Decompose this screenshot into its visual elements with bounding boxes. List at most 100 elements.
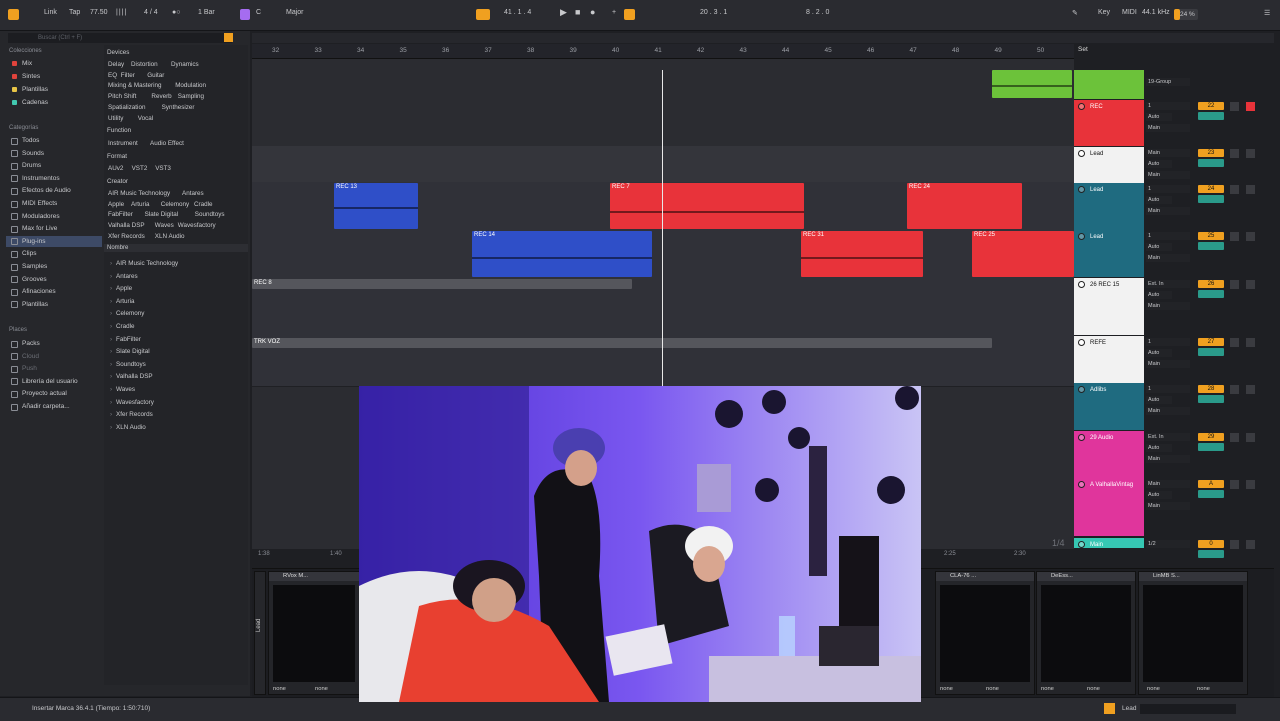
- track-volume-box[interactable]: [1198, 395, 1224, 403]
- function-header[interactable]: Function: [107, 127, 131, 134]
- metronome-icon[interactable]: ●○: [172, 9, 180, 16]
- arm-button[interactable]: [1246, 232, 1255, 241]
- track-number-box[interactable]: 22: [1198, 102, 1224, 110]
- solo-button[interactable]: [1230, 185, 1239, 194]
- filter-tag[interactable]: Cradle: [194, 201, 213, 208]
- clip-rec-13[interactable]: REC 13: [334, 183, 418, 229]
- category-item-grooves[interactable]: Grooves: [22, 276, 47, 283]
- beat-ruler[interactable]: 32 33 34 35 36 37 38 39 40 41 42 43 44 45 46 47 48 49 50: [252, 44, 1074, 59]
- track-monitor-auto[interactable]: Auto: [1146, 444, 1172, 452]
- filter-tag[interactable]: EQ: [108, 72, 117, 79]
- filter-tag[interactable]: Guitar: [147, 72, 164, 79]
- track-fold-icon[interactable]: [1078, 386, 1085, 393]
- draw-mode-icon[interactable]: ✎: [1072, 9, 1078, 17]
- filter-tag[interactable]: Spatialization: [108, 104, 145, 111]
- track-input-select[interactable]: 1/2: [1146, 540, 1190, 548]
- quantize-menu[interactable]: 1 Bar: [198, 9, 215, 16]
- solo-button[interactable]: [1230, 338, 1239, 347]
- automation-arm-icon[interactable]: [624, 9, 635, 20]
- clip-rec-31[interactable]: REC 31: [801, 231, 923, 277]
- track-number-box[interactable]: 23: [1198, 149, 1224, 157]
- filter-tag[interactable]: Arturia: [131, 201, 150, 208]
- format-header[interactable]: Format: [107, 153, 127, 160]
- menu-icon[interactable]: ☰: [1264, 9, 1270, 17]
- search-input[interactable]: Buscar (Ctrl + F): [8, 33, 232, 43]
- track-input-select[interactable]: Ext. In: [1146, 280, 1190, 288]
- track-monitor-auto[interactable]: Auto: [1146, 396, 1172, 404]
- midi-map-button[interactable]: MIDI: [1122, 9, 1137, 16]
- track-monitor-auto[interactable]: Auto: [1146, 491, 1172, 499]
- arm-button[interactable]: [1246, 338, 1255, 347]
- track-number-box[interactable]: 25: [1198, 232, 1224, 240]
- track-header[interactable]: Lead: [1074, 230, 1144, 277]
- track-monitor-auto[interactable]: Auto: [1146, 113, 1172, 121]
- filter-tag[interactable]: Instrument: [108, 140, 138, 147]
- track-input-select[interactable]: Ext. In: [1146, 433, 1190, 441]
- category-item-instrumentos[interactable]: Instrumentos: [22, 175, 60, 182]
- filter-tag[interactable]: Audio Effect: [150, 140, 184, 147]
- filter-tag[interactable]: Modulation: [175, 82, 206, 89]
- track-volume-box[interactable]: [1198, 159, 1224, 167]
- track-monitor-auto[interactable]: Auto: [1146, 243, 1172, 251]
- filter-tag[interactable]: Dynamics: [171, 61, 199, 68]
- track-header[interactable]: Adlibs: [1074, 383, 1144, 430]
- category-item-afinaciones[interactable]: Afinaciones: [22, 288, 56, 295]
- category-item-plug-ins[interactable]: Plug-ins: [22, 238, 45, 245]
- arm-button[interactable]: [1246, 149, 1255, 158]
- plugin-folder-item[interactable]: Cradle: [110, 323, 134, 330]
- track-header-group[interactable]: [1074, 70, 1144, 99]
- filter-tag[interactable]: Pitch Shift: [108, 93, 136, 100]
- track-header[interactable]: REFE: [1074, 336, 1144, 383]
- track-input-select[interactable]: 1: [1146, 232, 1190, 240]
- plugin-folder-item[interactable]: Slate Digital: [110, 348, 150, 355]
- filter-tag[interactable]: Mixing & Mastering: [108, 82, 162, 89]
- filter-tag[interactable]: Antares: [182, 190, 204, 197]
- track-header[interactable]: 26 REC 15: [1074, 278, 1144, 335]
- track-number-box[interactable]: 28: [1198, 385, 1224, 393]
- device-rvox[interactable]: RVox M... none none: [268, 571, 360, 695]
- clip-rec-8[interactable]: REC 8: [252, 279, 632, 289]
- loop-length-field[interactable]: 8 . 2 . 0: [806, 9, 829, 16]
- track-output-select[interactable]: Main: [1146, 360, 1190, 368]
- track-volume-box[interactable]: [1198, 112, 1224, 120]
- collection-item-cadenas[interactable]: Cadenas: [22, 99, 48, 106]
- track-number-box[interactable]: 24: [1198, 185, 1224, 193]
- filter-tag[interactable]: AUv2: [108, 165, 123, 172]
- filter-tag[interactable]: Vocal: [138, 115, 153, 122]
- filter-tag[interactable]: XLN Audio: [155, 233, 185, 240]
- plugin-folder-item[interactable]: Wavesfactory: [110, 399, 154, 406]
- plugin-folder-item[interactable]: FabFilter: [110, 336, 141, 343]
- track-header[interactable]: Main: [1074, 538, 1144, 548]
- arm-button[interactable]: [1246, 480, 1255, 489]
- arm-button[interactable]: [1246, 102, 1255, 111]
- track-output-select[interactable]: Main: [1146, 455, 1190, 463]
- filter-tag[interactable]: Synthesizer: [162, 104, 195, 111]
- place-item[interactable]: Push: [22, 365, 37, 372]
- solo-button[interactable]: [1230, 149, 1239, 158]
- scale-mode-icon[interactable]: [240, 9, 250, 20]
- tempo-field[interactable]: 77.50: [90, 9, 108, 16]
- creator-header[interactable]: Creator: [107, 178, 128, 185]
- track-volume-box[interactable]: [1198, 550, 1224, 558]
- link-button[interactable]: Link: [44, 9, 57, 16]
- category-item-drums[interactable]: Drums: [22, 162, 41, 169]
- track-output-select[interactable]: Main: [1146, 302, 1190, 310]
- filter-tag[interactable]: AIR Music Technology: [108, 190, 170, 197]
- track-output-select[interactable]: Main: [1146, 407, 1190, 415]
- key-map-button[interactable]: Key: [1098, 9, 1110, 16]
- device-sidechain-left[interactable]: none: [273, 686, 286, 692]
- track-output-select[interactable]: Main: [1146, 254, 1190, 262]
- category-item-clips[interactable]: Clips: [22, 250, 36, 257]
- track-fold-icon[interactable]: [1078, 339, 1085, 346]
- collection-item-sintes[interactable]: Sintes: [22, 73, 40, 80]
- plugin-folder-item[interactable]: Arturia: [110, 298, 134, 305]
- category-item-max-for-live[interactable]: Max for Live: [22, 225, 57, 232]
- plugin-folder-item[interactable]: Antares: [110, 273, 138, 280]
- place-item[interactable]: Packs: [22, 340, 40, 347]
- filter-tag[interactable]: Valhalla DSP: [108, 222, 145, 229]
- filter-tag[interactable]: FabFilter: [108, 211, 133, 218]
- filter-tag[interactable]: Reverb: [151, 93, 171, 100]
- green-clip[interactable]: [992, 70, 1072, 98]
- device-deesser[interactable]: DeEss... none none: [1036, 571, 1136, 695]
- clip-trk-voz[interactable]: TRK VOZ: [252, 338, 992, 348]
